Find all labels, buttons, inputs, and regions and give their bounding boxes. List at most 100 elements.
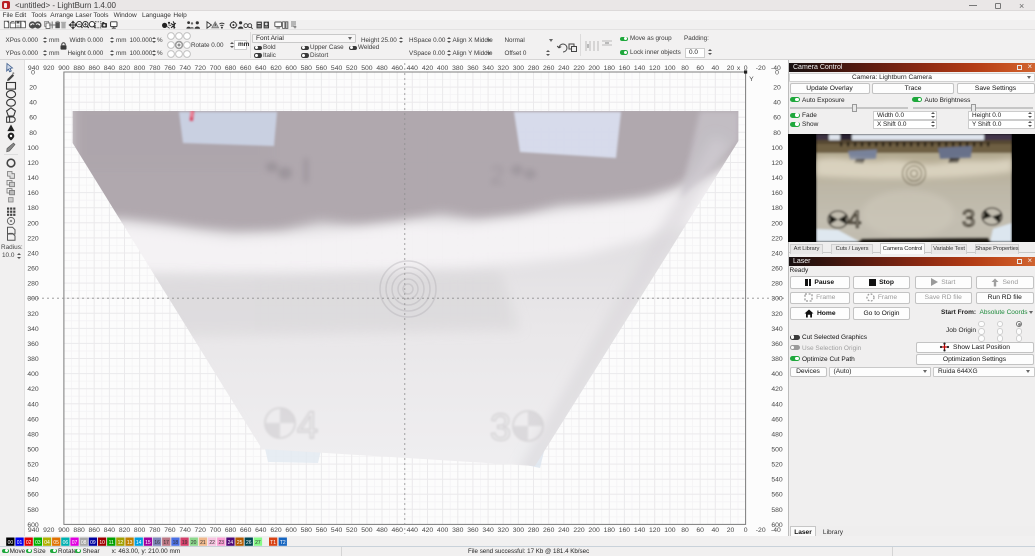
svg-text:600: 600 [27, 522, 39, 529]
svg-text:320: 320 [771, 311, 783, 318]
svg-text:560: 560 [316, 527, 328, 534]
svg-text:40: 40 [29, 100, 37, 107]
svg-text:x: x [737, 65, 741, 72]
svg-text:320: 320 [27, 311, 39, 318]
svg-text:600: 600 [285, 527, 297, 534]
svg-text:0: 0 [744, 65, 748, 72]
svg-text:680: 680 [225, 527, 237, 534]
svg-text:09: 09 [90, 539, 96, 545]
svg-text:900: 900 [58, 65, 70, 72]
svg-text:480: 480 [27, 431, 39, 438]
svg-text:24: 24 [228, 539, 234, 545]
svg-text:2: 2 [490, 160, 504, 190]
svg-text:T2: T2 [280, 539, 286, 545]
svg-text:480: 480 [771, 431, 783, 438]
svg-text:440: 440 [771, 401, 783, 408]
svg-text:40: 40 [712, 527, 720, 534]
svg-text:340: 340 [27, 326, 39, 333]
svg-text:15: 15 [145, 539, 151, 545]
svg-text:440: 440 [407, 527, 419, 534]
svg-text:300: 300 [27, 296, 39, 303]
svg-text:620: 620 [270, 527, 282, 534]
svg-text:120: 120 [649, 527, 661, 534]
svg-text:3: 3 [490, 407, 511, 449]
svg-text:360: 360 [27, 341, 39, 348]
svg-text:40: 40 [773, 100, 781, 107]
svg-text:200: 200 [588, 527, 600, 534]
svg-text:380: 380 [27, 356, 39, 363]
svg-text:03: 03 [35, 539, 41, 545]
svg-text:900: 900 [58, 527, 70, 534]
svg-text:780: 780 [149, 65, 161, 72]
svg-text:10: 10 [99, 539, 105, 545]
svg-text:820: 820 [119, 65, 131, 72]
svg-text:60: 60 [773, 115, 781, 122]
svg-text:06: 06 [63, 539, 69, 545]
svg-text:720: 720 [195, 527, 207, 534]
svg-text:460: 460 [392, 527, 404, 534]
svg-text:880: 880 [73, 527, 85, 534]
svg-text:11: 11 [109, 539, 114, 545]
svg-text:580: 580 [301, 527, 313, 534]
svg-text:800: 800 [134, 65, 146, 72]
svg-text:600: 600 [285, 65, 297, 72]
svg-text:400: 400 [27, 371, 39, 378]
svg-text:300: 300 [513, 65, 525, 72]
svg-text:740: 740 [179, 527, 191, 534]
svg-text:-20: -20 [756, 65, 766, 72]
svg-text:00: 00 [8, 539, 14, 545]
svg-text:540: 540 [331, 65, 343, 72]
svg-text:0: 0 [31, 70, 35, 77]
svg-text:380: 380 [771, 356, 783, 363]
svg-text:22: 22 [209, 539, 215, 545]
svg-text:560: 560 [316, 65, 328, 72]
svg-text:420: 420 [422, 527, 434, 534]
svg-text:280: 280 [528, 65, 540, 72]
svg-text:14: 14 [136, 539, 142, 545]
svg-text:520: 520 [771, 462, 783, 469]
svg-text:27: 27 [255, 539, 261, 545]
svg-text:840: 840 [104, 527, 116, 534]
svg-text:260: 260 [543, 65, 555, 72]
svg-text:540: 540 [331, 527, 343, 534]
svg-text:780: 780 [149, 527, 161, 534]
svg-text:20: 20 [191, 539, 197, 545]
svg-text:840: 840 [104, 65, 116, 72]
svg-text:760: 760 [164, 527, 176, 534]
svg-text:200: 200 [588, 65, 600, 72]
svg-text:18: 18 [173, 539, 179, 545]
svg-text:4: 4 [848, 207, 861, 234]
svg-text:140: 140 [634, 527, 646, 534]
svg-text:520: 520 [27, 462, 39, 469]
svg-text:500: 500 [361, 65, 373, 72]
svg-text:240: 240 [558, 65, 570, 72]
svg-text:4: 4 [297, 405, 318, 447]
svg-text:340: 340 [771, 326, 783, 333]
svg-text:820: 820 [119, 527, 131, 534]
svg-text:760: 760 [164, 65, 176, 72]
svg-text:400: 400 [437, 65, 449, 72]
svg-text:180: 180 [771, 205, 783, 212]
svg-text:180: 180 [604, 527, 616, 534]
svg-text:60: 60 [696, 527, 704, 534]
svg-text:3: 3 [962, 206, 975, 233]
svg-text:23: 23 [219, 539, 225, 545]
svg-text:16: 16 [154, 539, 160, 545]
svg-text:580: 580 [771, 507, 783, 514]
svg-text:04: 04 [44, 539, 50, 545]
svg-text:520: 520 [346, 527, 358, 534]
svg-text:02: 02 [26, 539, 32, 545]
svg-text:720: 720 [195, 65, 207, 72]
svg-text:620: 620 [270, 65, 282, 72]
svg-text:220: 220 [27, 235, 39, 242]
svg-text:-20: -20 [756, 527, 766, 534]
svg-text:580: 580 [301, 65, 313, 72]
svg-text:200: 200 [27, 220, 39, 227]
svg-text:100: 100 [664, 65, 676, 72]
svg-text:80: 80 [681, 527, 689, 534]
svg-text:860: 860 [89, 527, 101, 534]
svg-text:240: 240 [558, 527, 570, 534]
svg-text:420: 420 [771, 386, 783, 393]
svg-text:500: 500 [361, 527, 373, 534]
svg-text:700: 700 [210, 65, 222, 72]
